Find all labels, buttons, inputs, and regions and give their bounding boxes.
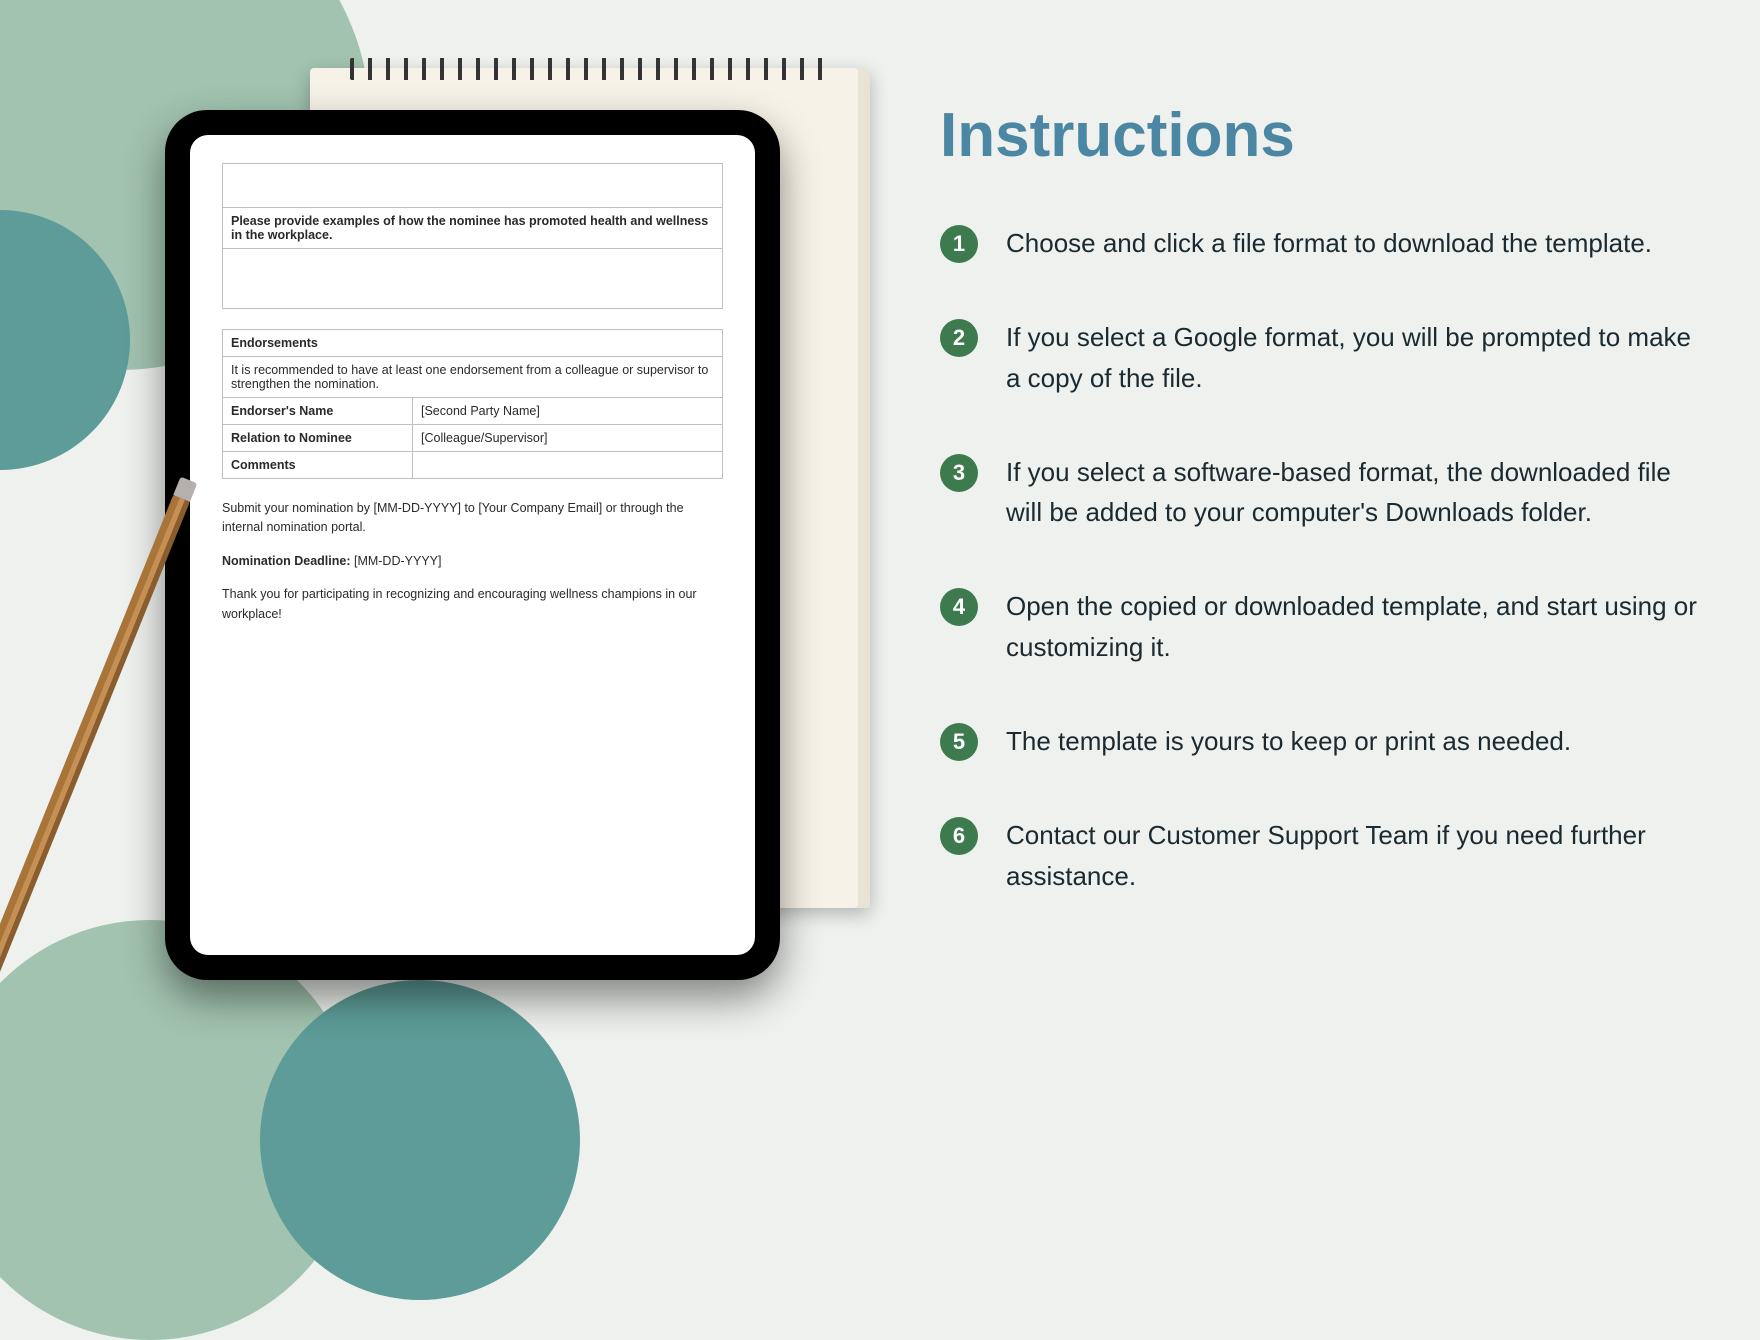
relation-label: Relation to Nominee	[223, 425, 413, 452]
step-5-text: The template is yours to keep or print a…	[1006, 721, 1571, 761]
endorsements-note: It is recommended to have at least one e…	[223, 357, 723, 398]
comments-value	[413, 452, 723, 479]
step-6: 6 Contact our Customer Support Team if y…	[940, 815, 1700, 896]
endorser-name-label: Endorser's Name	[223, 398, 413, 425]
endorsements-header: Endorsements	[223, 330, 723, 357]
step-3-text: If you select a software-based format, t…	[1006, 452, 1700, 533]
step-6-badge: 6	[940, 817, 978, 855]
tablet-frame: Please provide examples of how the nomin…	[165, 110, 780, 980]
step-2: 2 If you select a Google format, you wil…	[940, 317, 1700, 398]
step-4-text: Open the copied or downloaded template, …	[1006, 586, 1700, 667]
step-3: 3 If you select a software-based format,…	[940, 452, 1700, 533]
comments-label: Comments	[223, 452, 413, 479]
form-table-1: Please provide examples of how the nomin…	[222, 163, 723, 309]
thankyou-text: Thank you for participating in recognizi…	[222, 585, 723, 624]
step-5: 5 The template is yours to keep or print…	[940, 721, 1700, 761]
submit-text: Submit your nomination by [MM-DD-YYYY] t…	[222, 499, 723, 538]
bg-circle-bottom-2	[260, 980, 580, 1300]
step-2-badge: 2	[940, 319, 978, 357]
relation-value: [Colleague/Supervisor]	[413, 425, 723, 452]
endorsements-table: Endorsements It is recommended to have a…	[222, 329, 723, 479]
step-6-text: Contact our Customer Support Team if you…	[1006, 815, 1700, 896]
step-3-badge: 3	[940, 454, 978, 492]
step-4-badge: 4	[940, 588, 978, 626]
instructions-heading: Instructions	[940, 100, 1700, 171]
step-4: 4 Open the copied or downloaded template…	[940, 586, 1700, 667]
step-2-text: If you select a Google format, you will …	[1006, 317, 1700, 398]
endorser-name-value: [Second Party Name]	[413, 398, 723, 425]
step-1: 1 Choose and click a file format to down…	[940, 223, 1700, 263]
deadline-label: Nomination Deadline:	[222, 554, 350, 568]
tablet-screen: Please provide examples of how the nomin…	[190, 135, 755, 955]
step-5-badge: 5	[940, 723, 978, 761]
step-1-text: Choose and click a file format to downlo…	[1006, 223, 1652, 263]
instructions-panel: Instructions 1 Choose and click a file f…	[940, 100, 1700, 950]
form-prompt: Please provide examples of how the nomin…	[231, 214, 708, 242]
deadline-line: Nomination Deadline: [MM-DD-YYYY]	[222, 552, 723, 571]
step-1-badge: 1	[940, 225, 978, 263]
deadline-value: [MM-DD-YYYY]	[354, 554, 442, 568]
